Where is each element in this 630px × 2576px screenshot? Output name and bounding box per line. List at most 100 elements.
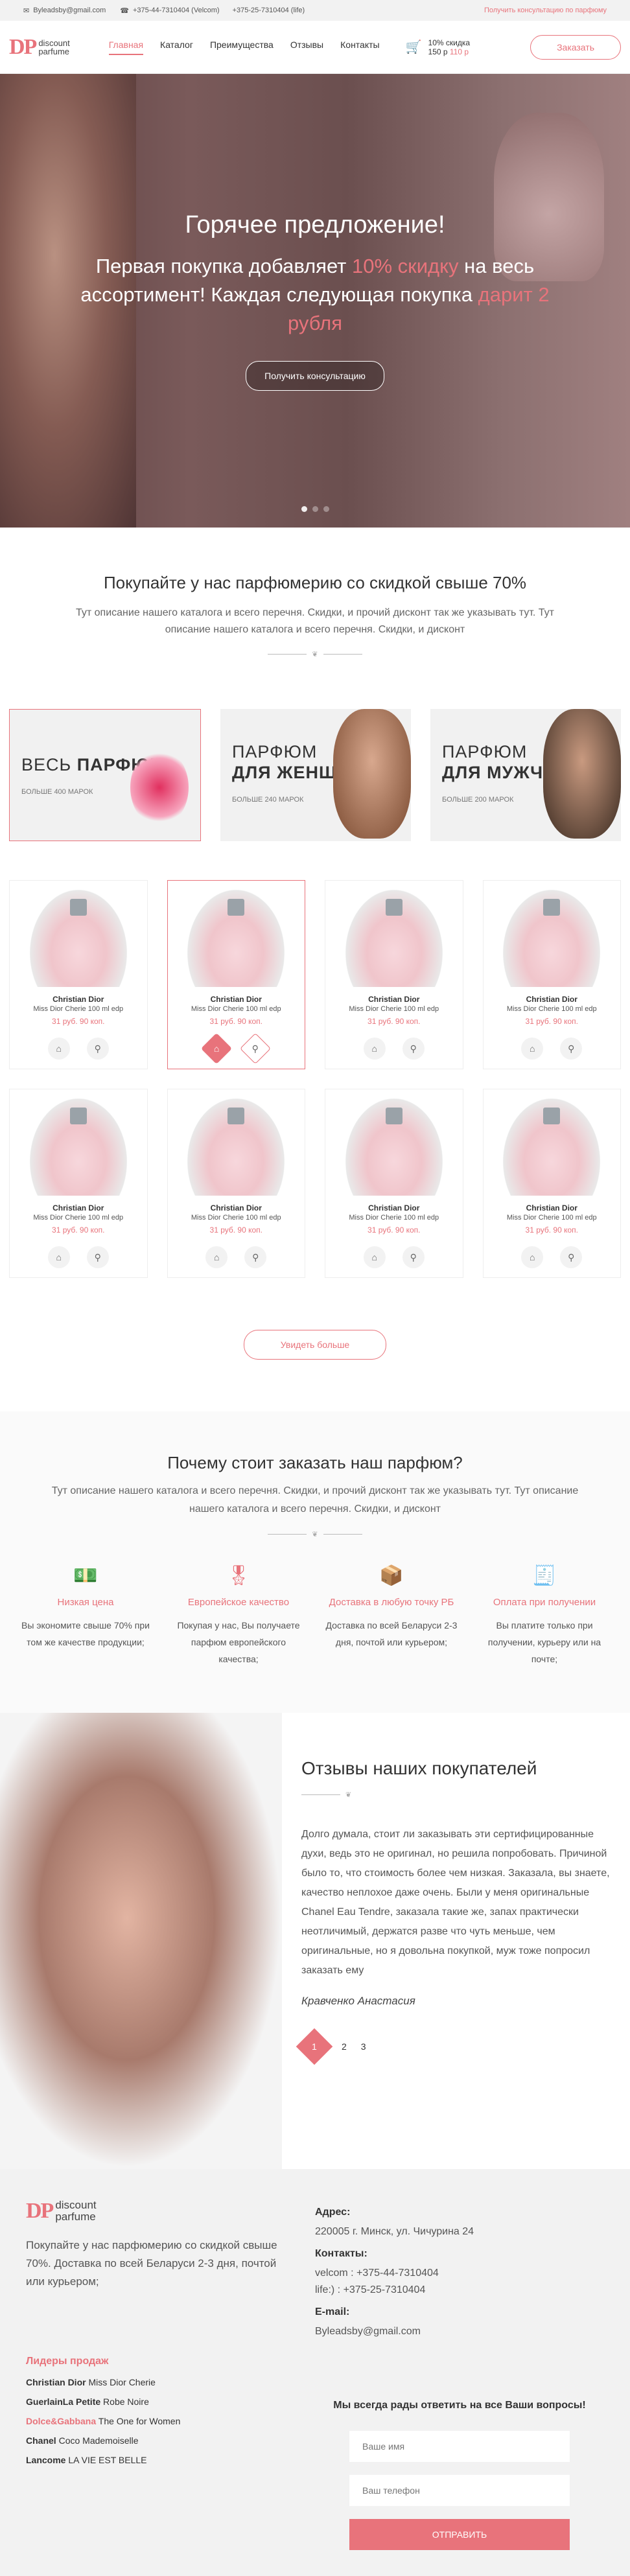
nav-advantages[interactable]: Преимущества — [210, 40, 274, 55]
product-card[interactable]: Christian Dior Miss Dior Cherie 100 ml ed… — [482, 1089, 621, 1278]
slider-dot[interactable] — [312, 506, 318, 512]
phone-input[interactable] — [349, 2475, 570, 2506]
category-all[interactable]: ВЕСЬ ПАРФЮМ БОЛЬШЕ 400 МАРОК — [9, 709, 201, 841]
product-brand: Christian Dior — [368, 1203, 420, 1213]
nav-contacts[interactable]: Контакты — [340, 40, 379, 55]
contact-form: Мы всегда рады ответить на все Ваши вопр… — [315, 2398, 604, 2550]
footer-phone1[interactable]: velcom : +375-44-7310404 — [315, 2265, 604, 2282]
mail-icon: ✉ — [23, 6, 30, 15]
bestseller-item[interactable]: Christian Dior Miss Dior Cherie — [26, 2373, 315, 2392]
category-image — [130, 748, 189, 826]
reviews-section: Отзывы наших покупателей ❦ Долго думала,… — [0, 1713, 630, 2169]
cart-icon: 🛒 — [405, 40, 422, 54]
search-icon: ⚲ — [94, 1043, 101, 1054]
product-brand: Christian Dior — [526, 995, 578, 1004]
product-price: 31 руб. 90 коп. — [52, 1225, 105, 1235]
product-brand: Christian Dior — [210, 1203, 262, 1213]
add-to-cart-button[interactable]: ⌂ — [363, 1038, 386, 1060]
product-price: 31 руб. 90 коп. — [368, 1017, 421, 1026]
logo-text: discount parfume — [55, 2199, 96, 2223]
review-page-3[interactable]: 3 — [361, 2041, 366, 2052]
product-brand: Christian Dior — [210, 995, 262, 1004]
category-men[interactable]: ПАРФЮМ ДЛЯ МУЖЧИН БОЛЬШЕ 200 МАРОК — [430, 709, 621, 841]
consult-link[interactable]: Получить консультацию по парфюму — [484, 6, 607, 14]
bestsellers: Лидеры продаж Christian Dior Miss Dior C… — [26, 2356, 315, 2470]
submit-button[interactable]: ОТПРАВИТЬ — [349, 2519, 570, 2550]
add-to-cart-button[interactable]: ⌂ — [201, 1032, 233, 1065]
bestseller-item[interactable]: Lancome LA VIE EST BELLE — [26, 2450, 315, 2470]
quick-view-button[interactable]: ⚲ — [402, 1038, 425, 1060]
review-page-2[interactable]: 2 — [342, 2041, 347, 2052]
product-card[interactable]: Christian Dior Miss Dior Cherie 100 ml ed… — [167, 1089, 305, 1278]
review-page-1[interactable]: 1 — [296, 2028, 333, 2065]
add-to-cart-button[interactable]: ⌂ — [47, 1038, 70, 1060]
add-to-cart-button[interactable]: ⌂ — [205, 1246, 228, 1268]
product-card[interactable]: Christian Dior Miss Dior Cherie 100 ml ed… — [325, 1089, 463, 1278]
product-card[interactable]: Christian Dior Miss Dior Cherie 100 ml ed… — [325, 880, 463, 1069]
product-grid: Christian Dior Miss Dior Cherie 100 ml ed… — [0, 861, 630, 1278]
nav-home[interactable]: Главная — [108, 40, 144, 55]
product-card[interactable]: Christian Dior Miss Dior Cherie 100 ml ed… — [167, 880, 305, 1069]
footer-phone2[interactable]: life:) : +375-25-7310404 — [315, 2282, 604, 2299]
product-name: Miss Dior Cherie 100 ml edp — [506, 1214, 597, 1222]
product-card[interactable]: Christian Dior Miss Dior Cherie 100 ml ed… — [9, 880, 148, 1069]
bestseller-brand: Chanel — [26, 2435, 56, 2446]
quick-view-button[interactable]: ⚲ — [402, 1246, 425, 1268]
bestseller-item[interactable]: Dolce&Gabbana The One for Women — [26, 2411, 315, 2431]
cart-price-new: 150 р — [428, 47, 448, 56]
category-image — [333, 709, 411, 839]
cart[interactable]: 🛒 10% скидка 150 р 110 р — [406, 38, 470, 56]
order-button[interactable]: Заказать — [530, 34, 621, 60]
add-to-cart-button[interactable]: ⌂ — [521, 1246, 544, 1268]
logo-mark: DP — [9, 34, 37, 59]
slider-dot[interactable] — [301, 506, 307, 512]
product-actions: ⌂ ⚲ — [168, 1246, 305, 1268]
add-to-cart-button[interactable]: ⌂ — [521, 1038, 544, 1060]
category-women[interactable]: ПАРФЮМ ДЛЯ ЖЕНЩИН БОЛЬШЕ 240 МАРОК — [220, 709, 411, 841]
product-image — [187, 1098, 285, 1196]
hero-title: Горячее предложение! — [185, 211, 445, 238]
show-more-button[interactable]: Увидеть больше — [243, 1330, 387, 1360]
phone2-text: +375-25-7310404 (life) — [232, 6, 305, 14]
quick-view-button[interactable]: ⚲ — [86, 1246, 109, 1268]
logo-text: discount parfume — [38, 39, 69, 56]
quick-view-button[interactable]: ⚲ — [86, 1038, 109, 1060]
logo[interactable]: DP discount parfume — [9, 35, 70, 60]
footer-logo[interactable]: DP discount parfume — [26, 2199, 315, 2223]
add-to-cart-button[interactable]: ⌂ — [47, 1246, 70, 1268]
ornament-divider: ❦ — [301, 1791, 611, 1799]
feature-title: Доставка в любую точку РБ — [329, 1597, 454, 1608]
cart-label: 10% скидка — [428, 38, 471, 47]
product-price: 31 руб. 90 коп. — [525, 1017, 578, 1026]
bestseller-item[interactable]: GuerlainLa Petite Robe Noire — [26, 2392, 315, 2411]
bestseller-name: LA VIE EST BELLE — [68, 2455, 147, 2465]
quick-view-button[interactable]: ⚲ — [560, 1038, 583, 1060]
quick-view-button[interactable]: ⚲ — [560, 1246, 583, 1268]
topbar-phones[interactable]: ☎ +375-44-7310404 (Velcom) +375-25-7310404… — [120, 6, 305, 15]
quick-view-button[interactable]: ⚲ — [244, 1246, 267, 1268]
basket-icon: ⌂ — [371, 1252, 377, 1262]
nav-catalog[interactable]: Каталог — [160, 40, 193, 55]
feature-text: Вы платите только при получении, курьеру… — [487, 1620, 601, 1664]
name-input[interactable] — [349, 2431, 570, 2462]
product-card[interactable]: Christian Dior Miss Dior Cherie 100 ml ed… — [482, 880, 621, 1069]
slider-dot[interactable] — [323, 506, 329, 512]
nav-reviews[interactable]: Отзывы — [290, 40, 323, 55]
intro-section: Покупайте у нас парфюмерию со скидкой св… — [0, 528, 630, 690]
product-card[interactable]: Christian Dior Miss Dior Cherie 100 ml ed… — [9, 1089, 148, 1278]
bestseller-item[interactable]: Chanel Coco Mademoiselle — [26, 2431, 315, 2450]
bestseller-brand: GuerlainLa Petite — [26, 2396, 101, 2407]
review-page-label: 1 — [312, 2041, 317, 2052]
product-image — [345, 890, 443, 987]
product-name: Miss Dior Cherie 100 ml edp — [349, 1214, 439, 1222]
product-name: Miss Dior Cherie 100 ml edp — [33, 1214, 124, 1222]
bestseller-name: Miss Dior Cherie — [88, 2377, 156, 2387]
add-to-cart-button[interactable]: ⌂ — [363, 1246, 386, 1268]
quick-view-button[interactable]: ⚲ — [240, 1032, 272, 1065]
topbar-email[interactable]: ✉ Byleadsby@gmail.com — [23, 6, 106, 15]
footer-email[interactable]: Byleadsby@gmail.com — [315, 2323, 604, 2340]
search-icon: ⚲ — [568, 1043, 575, 1054]
hero-consult-button[interactable]: Получить консультацию — [246, 360, 384, 391]
product-price: 31 руб. 90 коп. — [209, 1225, 262, 1235]
categories: ВЕСЬ ПАРФЮМ БОЛЬШЕ 400 МАРОК ПАРФЮМ ДЛЯ Ж… — [0, 690, 630, 861]
